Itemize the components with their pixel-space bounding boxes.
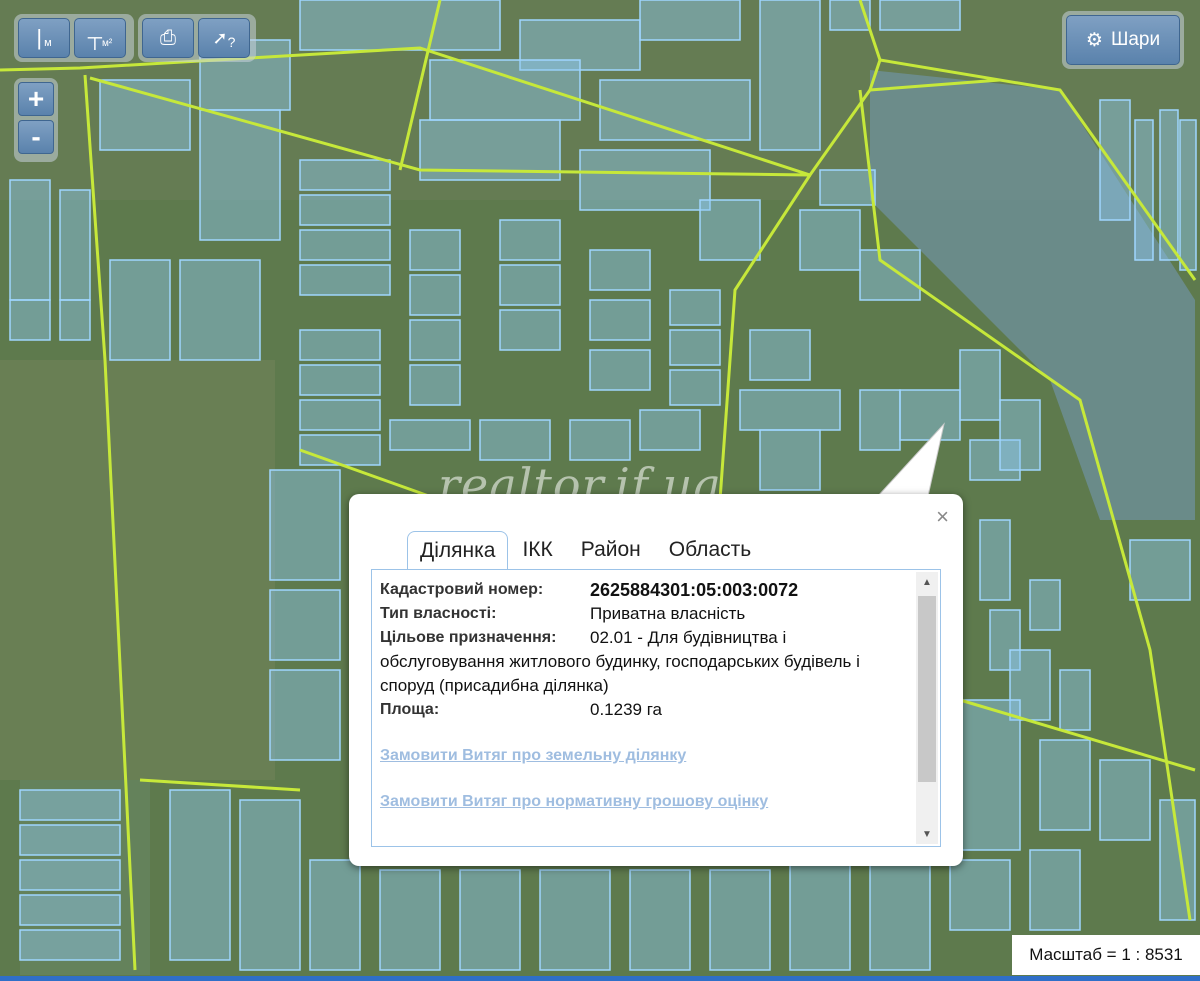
measure-area-button[interactable]: ┬ м² bbox=[74, 18, 126, 58]
parcel-details-panel[interactable]: Кадастровий номер: 2625884301:05:003:007… bbox=[371, 569, 941, 847]
ownership-label: Тип власності: bbox=[380, 605, 497, 622]
layers-control: ⚙ Шари bbox=[1062, 11, 1184, 69]
zoom-out-button[interactable]: - bbox=[18, 120, 54, 154]
cursor-help-icon: ➚ bbox=[212, 27, 228, 48]
close-icon[interactable]: × bbox=[936, 504, 949, 530]
measure-length-button[interactable]: | м bbox=[18, 18, 70, 58]
purpose-value-first-line: 02.01 - Для будівництва і bbox=[590, 628, 787, 647]
tab-region[interactable]: Область bbox=[655, 532, 765, 570]
print-button[interactable]: ⎙ bbox=[142, 18, 194, 58]
popup-pointer bbox=[878, 422, 945, 497]
area-value: 0.1239 га bbox=[590, 700, 663, 719]
tab-parcel[interactable]: Ділянка bbox=[407, 531, 509, 571]
identify-button[interactable]: ➚ ? bbox=[198, 18, 250, 58]
printer-icon: ⎙ bbox=[160, 26, 176, 49]
measure-toolbar: | м ┬ м² bbox=[14, 14, 134, 62]
purpose-value-continuation: обслуговування житлового будинку, господ… bbox=[380, 652, 860, 695]
layers-button[interactable]: ⚙ Шари bbox=[1066, 15, 1180, 65]
tab-district[interactable]: Район bbox=[567, 532, 655, 570]
area-icon: ┬ bbox=[87, 26, 102, 49]
gear-icon: ⚙ bbox=[1085, 29, 1103, 51]
ruler-icon: | bbox=[36, 25, 43, 50]
purpose-label: Цільове призначення: bbox=[380, 629, 557, 646]
bottom-bar bbox=[0, 976, 1200, 981]
cadastral-number-value: 2625884301:05:003:0072 bbox=[590, 580, 799, 600]
zoom-control: + - bbox=[14, 78, 58, 162]
scroll-up-icon[interactable]: ▲ bbox=[916, 572, 938, 592]
scrollbar[interactable]: ▲ ▼ bbox=[916, 572, 938, 844]
parcel-info-popup: × Ділянка ІКК Район Область Кадастровий … bbox=[349, 494, 963, 866]
order-land-extract-link[interactable]: Замовити Витяг про земельну ділянку bbox=[380, 744, 910, 768]
tab-ikk[interactable]: ІКК bbox=[508, 532, 566, 570]
order-valuation-extract-link[interactable]: Замовити Витяг про нормативну грошову оц… bbox=[380, 790, 910, 814]
popup-tabs: Ділянка ІКК Район Область bbox=[407, 528, 765, 571]
tools-toolbar: ⎙ ➚ ? bbox=[138, 14, 256, 62]
area-label: Площа: bbox=[380, 701, 440, 718]
scroll-down-icon[interactable]: ▼ bbox=[916, 824, 938, 844]
scale-indicator: Масштаб = 1 : 8531 bbox=[1012, 935, 1200, 975]
zoom-in-button[interactable]: + bbox=[18, 82, 54, 116]
ownership-value: Приватна власність bbox=[590, 604, 746, 623]
cadastral-number-label: Кадастровий номер: bbox=[380, 581, 544, 598]
scroll-thumb[interactable] bbox=[918, 596, 936, 782]
